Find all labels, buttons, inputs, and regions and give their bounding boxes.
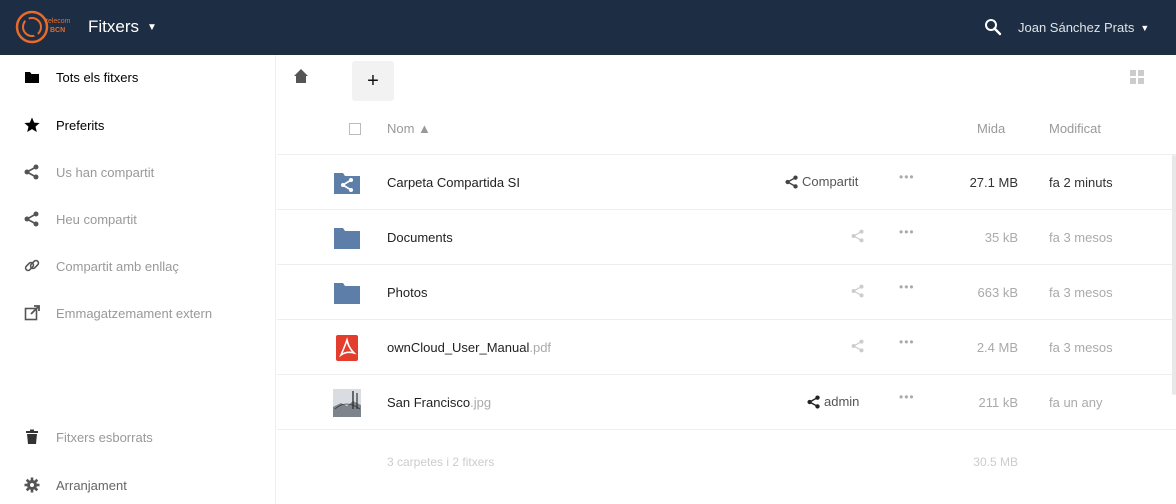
search-icon[interactable] [984, 18, 1002, 36]
nav-label: Us han compartit [56, 164, 155, 180]
caret-down-icon: ▼ [147, 21, 157, 33]
file-size: 211 kB [978, 395, 1018, 410]
scrollbar[interactable] [1172, 155, 1176, 395]
app-name: Fitxers [88, 17, 139, 36]
share-icon [807, 394, 820, 409]
app-menu[interactable]: Fitxers ▼ [88, 17, 157, 37]
folder-icon [334, 228, 360, 249]
file-basename: Photos [387, 285, 428, 300]
more-actions-icon[interactable]: ••• [899, 335, 915, 349]
sidebar: Tots els fitxers Preferits Us han compar… [0, 55, 276, 504]
file-basename: Carpeta Compartida SI [387, 175, 520, 190]
file-basename: San Francisco [387, 395, 471, 410]
file-summary: 3 carpetes i 2 fitxers 30.5 MB [277, 428, 1176, 488]
telecom-logo[interactable]: telecom BCN [14, 8, 70, 46]
share-label: admin [824, 394, 860, 409]
share-icon [851, 284, 864, 298]
nav-favorites[interactable]: Preferits [0, 103, 276, 147]
share-action[interactable] [851, 284, 865, 298]
file-extension: .jpg [470, 395, 492, 410]
share-icon [785, 174, 798, 189]
table-row[interactable]: Photos ••• 663 kB fa 3 mesos [277, 266, 1176, 320]
controls-bar: + [277, 55, 1176, 103]
star-icon [24, 117, 40, 132]
share-label: Compartit [802, 174, 859, 189]
file-size: 35 kB [984, 230, 1018, 245]
svg-text:BCN: BCN [50, 27, 65, 34]
file-table-header: Nom ▲ Mida Modificat [277, 104, 1176, 155]
table-row[interactable]: ownCloud_User_Manual.pdf ••• 2.4 MB fa 3… [277, 321, 1176, 375]
summary-count: 3 carpetes i 2 fitxers [387, 455, 495, 469]
nav-label: Compartit amb enllaç [56, 258, 179, 274]
file-basename: Documents [387, 230, 453, 245]
folder-icon [25, 72, 39, 83]
nav-label: Emmagatzemament extern [56, 305, 213, 321]
nav-shared-with-you[interactable]: Us han compartit [0, 150, 276, 194]
shared-folder-icon [334, 173, 360, 194]
more-actions-icon[interactable]: ••• [899, 170, 915, 184]
share-icon [24, 164, 39, 180]
file-extension: .pdf [529, 340, 552, 355]
external-icon [24, 305, 40, 321]
link-icon [24, 259, 40, 272]
share-action[interactable]: admin [807, 394, 859, 409]
file-modified: fa 3 mesos [1049, 285, 1113, 300]
user-menu[interactable]: Joan Sánchez Prats ▼ [1018, 20, 1149, 35]
file-name[interactable]: San Francisco.jpg [387, 395, 491, 410]
nav-label: Arranjament [56, 477, 127, 493]
table-row[interactable]: Carpeta Compartida SI Compartit ••• 27.1… [277, 156, 1176, 210]
file-name[interactable]: Carpeta Compartida SI [387, 175, 520, 190]
nav-label: Fitxers esborrats [56, 429, 153, 445]
nav-deleted-files[interactable]: Fitxers esborrats [0, 415, 276, 459]
caret-down-icon: ▼ [1140, 22, 1150, 33]
more-actions-icon[interactable]: ••• [899, 280, 915, 294]
column-modified[interactable]: Modificat [1049, 121, 1101, 136]
image-thumbnail [333, 389, 361, 417]
file-list-area: + Nom ▲ Mida Modificat Carpeta Compartid… [277, 55, 1176, 504]
share-action[interactable]: Compartit [785, 174, 858, 189]
nav-label: Heu compartit [56, 211, 137, 227]
file-name[interactable]: Photos [387, 285, 427, 300]
folder-icon [334, 283, 360, 304]
pdf-icon [336, 335, 358, 361]
share-icon [851, 229, 864, 243]
svg-text:telecom: telecom [46, 18, 70, 25]
file-size: 27.1 MB [969, 175, 1018, 190]
file-size: 663 kB [977, 285, 1018, 300]
summary-size: 30.5 MB [973, 455, 1018, 469]
nav-label: Preferits [56, 117, 105, 133]
nav-external-storage[interactable]: Emmagatzemament extern [0, 291, 276, 335]
share-icon [851, 339, 864, 353]
file-basename: ownCloud_User_Manual [387, 340, 530, 355]
file-name[interactable]: ownCloud_User_Manual.pdf [387, 340, 551, 355]
grid-view-icon[interactable] [1129, 69, 1145, 85]
file-modified: fa 2 minuts [1049, 175, 1113, 190]
file-modified: fa un any [1049, 395, 1103, 410]
table-row[interactable]: San Francisco.jpg admin ••• 211 kB fa un… [277, 376, 1176, 430]
nav-shared-by-you[interactable]: Heu compartit [0, 197, 276, 241]
file-size: 2.4 MB [976, 340, 1018, 355]
more-actions-icon[interactable]: ••• [899, 390, 915, 404]
column-size[interactable]: Mida [977, 121, 1005, 136]
share-icon [24, 211, 39, 227]
select-all-checkbox[interactable] [349, 123, 361, 135]
share-action[interactable] [851, 229, 865, 243]
nav-settings[interactable]: Arranjament [0, 463, 276, 504]
file-modified: fa 3 mesos [1049, 230, 1113, 245]
column-name[interactable]: Nom ▲ [387, 121, 431, 136]
trash-icon [26, 429, 38, 444]
table-row[interactable]: Documents ••• 35 kB fa 3 mesos [277, 211, 1176, 265]
share-action[interactable] [851, 339, 865, 353]
home-icon[interactable] [293, 68, 309, 84]
nav-label: Tots els fitxers [56, 69, 139, 85]
new-button[interactable]: + [352, 61, 394, 101]
nav-all-files[interactable]: Tots els fitxers [0, 55, 276, 99]
nav-shared-by-link[interactable]: Compartit amb enllaç [0, 244, 276, 288]
file-modified: fa 3 mesos [1049, 340, 1113, 355]
top-header: telecom BCN Fitxers ▼ Joan Sánchez Prats… [0, 0, 1176, 55]
gear-icon [24, 477, 40, 493]
file-name[interactable]: Documents [387, 230, 453, 245]
user-name: Joan Sánchez Prats [1018, 20, 1135, 35]
more-actions-icon[interactable]: ••• [899, 225, 915, 239]
